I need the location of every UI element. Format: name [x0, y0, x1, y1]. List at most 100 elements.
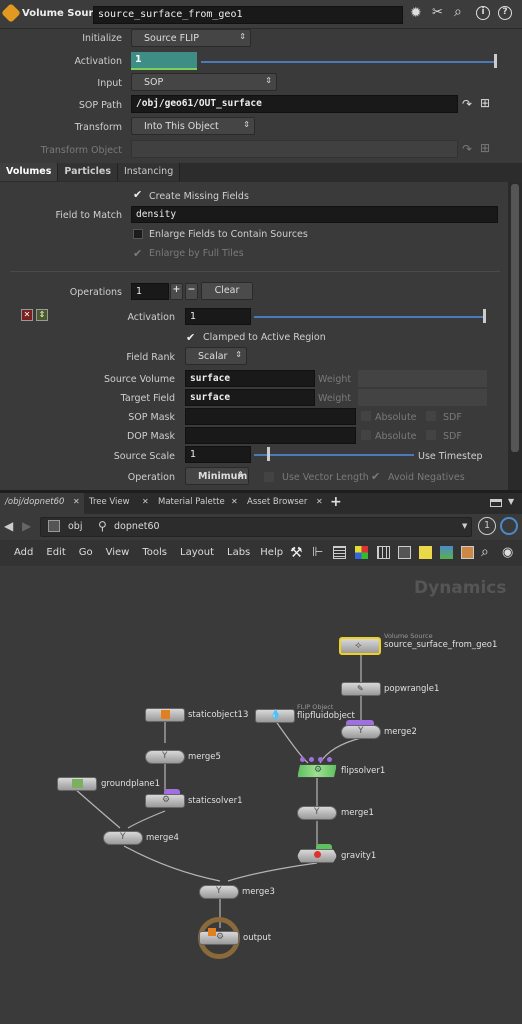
- sticky-note-icon[interactable]: [419, 546, 432, 559]
- node-gravity1-label: gravity1: [341, 851, 377, 861]
- sop-mask-field[interactable]: [185, 408, 356, 425]
- menu-labs[interactable]: Labs: [227, 547, 250, 558]
- node-output[interactable]: ⚙: [199, 931, 239, 945]
- image-icon[interactable]: [440, 546, 453, 559]
- close-icon[interactable]: ✕: [73, 497, 80, 506]
- chevron-updown-icon: ⇕: [265, 76, 272, 85]
- pane-layout-icon[interactable]: [490, 499, 502, 507]
- node-flipsolver1[interactable]: ⚙: [297, 764, 337, 778]
- layout-icon[interactable]: [461, 546, 474, 559]
- eye-icon[interactable]: ◉: [502, 545, 513, 560]
- add-tab-icon[interactable]: +: [330, 494, 342, 510]
- path-net[interactable]: dopnet60: [114, 521, 160, 532]
- menu-layout[interactable]: Layout: [180, 547, 214, 558]
- gear-icon[interactable]: ✹: [410, 5, 422, 21]
- pane-menu-icon[interactable]: ▼: [508, 497, 514, 506]
- node-merge5[interactable]: Y: [145, 750, 185, 764]
- source-scale-field[interactable]: 1: [185, 446, 251, 463]
- node-merge3[interactable]: Y: [199, 885, 239, 899]
- help-icon[interactable]: ?: [498, 6, 512, 20]
- node-groundplane1[interactable]: [57, 777, 97, 791]
- node-merge1[interactable]: Y: [297, 806, 337, 820]
- dop-mask-field[interactable]: [185, 427, 356, 444]
- menu-go[interactable]: Go: [79, 547, 93, 558]
- help-tools-icon[interactable]: ✂: [432, 5, 443, 20]
- close-icon[interactable]: ✕: [316, 497, 323, 506]
- close-icon[interactable]: ✕: [142, 497, 149, 506]
- tab-particles[interactable]: Particles: [58, 163, 118, 181]
- source-scale-slider[interactable]: [254, 454, 414, 456]
- target-field-field[interactable]: surface: [185, 389, 315, 406]
- enlarge-fields-checkbox[interactable]: [133, 229, 143, 239]
- pane-tab-asset-browser[interactable]: Asset Browser ✕: [243, 493, 327, 514]
- use-vector-length-label: Use Vector Length: [282, 472, 369, 483]
- link-icon[interactable]: [500, 517, 518, 535]
- transform-menu[interactable]: Into This Object ⇕: [131, 117, 255, 135]
- activation-field[interactable]: 1: [131, 52, 197, 70]
- menu-tools[interactable]: Tools: [142, 547, 167, 558]
- list-icon[interactable]: [333, 546, 346, 559]
- jump-arrow-icon[interactable]: ↷: [462, 97, 472, 111]
- path-dropdown-icon[interactable]: ▼: [462, 522, 467, 530]
- activation-slider-handle[interactable]: [494, 54, 497, 68]
- close-icon[interactable]: ✕: [231, 497, 238, 506]
- target-weight-label: Weight: [318, 393, 352, 404]
- operations-field[interactable]: 1: [131, 283, 169, 300]
- forward-arrow-icon[interactable]: ▶: [22, 519, 31, 533]
- param-scrollbar[interactable]: [508, 182, 522, 490]
- field-to-match-field[interactable]: density: [131, 206, 498, 223]
- operation-menu[interactable]: Minimum ⇕: [185, 467, 249, 485]
- menu-help[interactable]: Help: [260, 547, 283, 558]
- create-missing-checkbox[interactable]: ✔: [133, 189, 143, 200]
- node-merge2[interactable]: Y: [341, 725, 381, 739]
- node-merge4[interactable]: Y: [103, 831, 143, 845]
- info-icon[interactable]: i: [476, 6, 490, 20]
- jump-arrow-icon-disabled: ↷: [462, 142, 473, 156]
- pane-tab-network[interactable]: /obj/dopnet60 ✕: [0, 493, 84, 514]
- pane-tab-tree-view[interactable]: Tree View ✕: [85, 493, 153, 514]
- search-icon[interactable]: ⌕: [454, 4, 462, 20]
- clamped-checkmark[interactable]: ✔: [186, 331, 195, 344]
- grid-icon[interactable]: [377, 546, 390, 559]
- zoom-icon[interactable]: ⌕: [481, 544, 489, 560]
- back-arrow-icon[interactable]: ◀: [4, 519, 13, 533]
- input-menu[interactable]: SOP ⇕: [131, 73, 277, 91]
- source-scale-slider-handle[interactable]: [267, 447, 270, 461]
- remove-operation-button[interactable]: −: [185, 283, 198, 300]
- add-operation-button[interactable]: +: [170, 283, 183, 300]
- use-timestep-label: Use Timestep: [418, 451, 483, 462]
- node-popwrangle1[interactable]: ✎: [341, 682, 381, 696]
- node-output-flag: [208, 928, 216, 936]
- color-palette-icon[interactable]: [355, 546, 368, 559]
- node-gravity1[interactable]: [297, 849, 337, 863]
- sop-path-field[interactable]: /obj/geo61/OUT_surface: [131, 95, 458, 113]
- node-source-surface[interactable]: ⟡: [339, 637, 381, 655]
- source-volume-field[interactable]: surface: [185, 370, 315, 387]
- op-activation-field[interactable]: 1: [185, 308, 251, 325]
- activation-slider[interactable]: [201, 61, 497, 63]
- node-staticobject13[interactable]: [145, 708, 185, 722]
- op-activation-slider-handle[interactable]: [483, 309, 486, 323]
- node-flipfluidobject[interactable]: 💧: [255, 709, 295, 723]
- wrench-icon[interactable]: ⚒: [290, 545, 303, 561]
- node-name-field[interactable]: source_surface_from_geo1: [93, 6, 403, 24]
- pane-tab-material-palette[interactable]: Material Palette ✕: [154, 493, 242, 514]
- op-activation-slider[interactable]: [254, 316, 486, 318]
- clear-button[interactable]: Clear: [201, 282, 253, 300]
- tab-volumes[interactable]: Volumes: [0, 163, 59, 181]
- field-rank-menu[interactable]: Scalar ⇕: [185, 347, 247, 365]
- pane-tab-bar: /obj/dopnet60 ✕ Tree View ✕ Material Palet…: [0, 490, 522, 514]
- merge-node-icon: Y: [216, 886, 222, 896]
- node-chooser-icon[interactable]: ⊞: [480, 96, 490, 110]
- initialize-menu[interactable]: Source FLIP ⇕: [131, 29, 251, 47]
- menu-view[interactable]: View: [106, 547, 130, 558]
- path-obj[interactable]: obj: [68, 521, 82, 532]
- network-box-icon[interactable]: [398, 546, 411, 559]
- menu-edit[interactable]: Edit: [46, 547, 65, 558]
- node-staticsolver1[interactable]: ⚙: [145, 794, 185, 808]
- tree-icon[interactable]: ⊩: [312, 545, 323, 560]
- source-volume-label: Source Volume: [104, 374, 175, 385]
- tab-instancing[interactable]: Instancing: [117, 163, 181, 181]
- pin-badge[interactable]: 1: [478, 517, 496, 535]
- menu-add[interactable]: Add: [14, 547, 33, 558]
